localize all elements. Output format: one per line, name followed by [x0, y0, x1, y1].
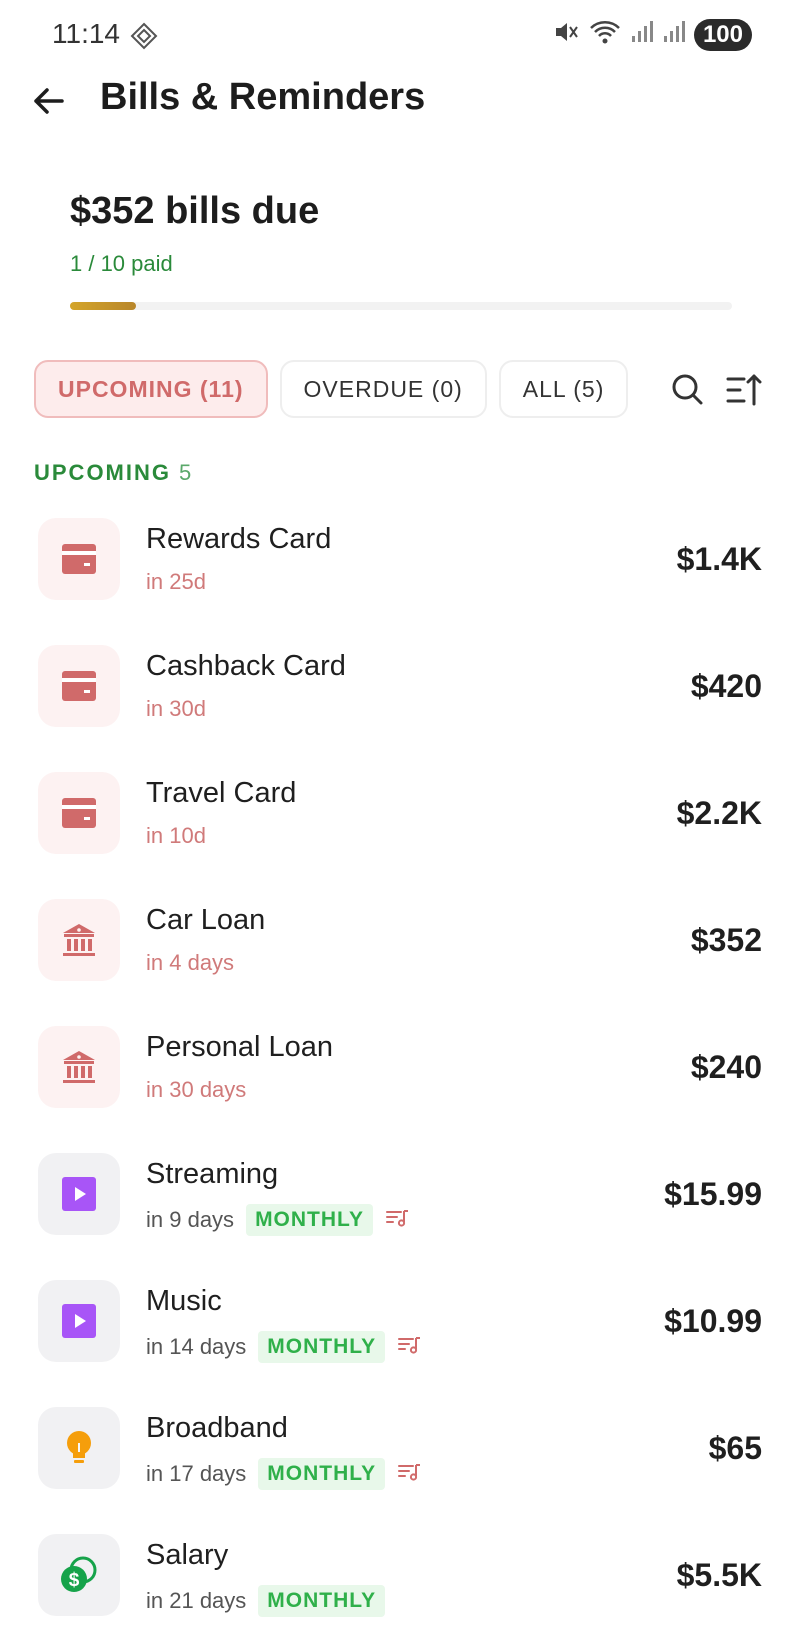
bill-due: in 17 days [146, 1461, 247, 1486]
bill-meta: in 30d [146, 696, 206, 722]
section-label: UPCOMING 5 [34, 460, 191, 486]
frequency-badge: MONTHLY [258, 1585, 386, 1617]
bill-amount: $15.99 [664, 1176, 762, 1212]
bill-row[interactable]: Travel Card in 10d $2.2K [0, 759, 800, 886]
play-icon [38, 1153, 120, 1235]
status-time: 11:14 [52, 18, 120, 49]
bills-summary: $352 bills due 1 / 10 paid [70, 190, 732, 310]
bill-due: in 25d [146, 569, 206, 594]
bill-meta: in 14 days MONTHLY [146, 1331, 421, 1363]
bills-due-amount: $352 bills due [70, 190, 320, 232]
recurring-icon [385, 1208, 409, 1233]
back-arrow-icon[interactable] [28, 80, 70, 122]
credit-card-icon [38, 645, 120, 727]
bill-amount: $2.2K [676, 795, 762, 831]
status-bar: 11:14 100 [0, 0, 800, 70]
bill-meta: in 25d [146, 569, 206, 595]
frequency-badge: MONTHLY [246, 1204, 373, 1236]
bill-due: in 30 days [146, 1077, 247, 1102]
bill-meta: in 21 days MONTHLY [146, 1585, 386, 1617]
bank-icon [38, 1026, 120, 1108]
tab-upcoming[interactable]: UPCOMING (11) [34, 360, 268, 418]
section-label-text: UPCOMING [34, 460, 171, 485]
bill-meta: in 17 days MONTHLY [146, 1458, 421, 1490]
bill-row[interactable]: $ Salary in 21 days MONTHLY $5.5K [0, 1521, 800, 1648]
paid-progress-fill [70, 302, 137, 310]
bill-meta: in 9 days MONTHLY [146, 1204, 409, 1236]
signal-icon-1 [630, 18, 654, 51]
bill-name: Streaming [146, 1158, 279, 1190]
bill-amount: $1.4K [676, 541, 762, 577]
bill-due: in 14 days [146, 1334, 247, 1359]
bill-amount: $5.5K [676, 1557, 762, 1593]
bill-name: Cashback Card [146, 650, 346, 682]
bill-amount: $420 [690, 668, 762, 704]
bill-row[interactable]: Music in 14 days MONTHLY $10.99 [0, 1267, 800, 1394]
app-header: Bills & Reminders [0, 70, 800, 130]
money-icon: $ [38, 1534, 120, 1616]
tab-all[interactable]: ALL (5) [498, 360, 629, 418]
battery-indicator: 100 [693, 18, 752, 51]
bill-row[interactable]: Car Loan in 4 days $352 [0, 886, 800, 1013]
sort-icon[interactable] [724, 370, 764, 410]
play-icon [38, 1280, 120, 1362]
page-title: Bills & Reminders [100, 76, 426, 118]
filter-tabs: UPCOMING (11) OVERDUE (0) ALL (5) [34, 360, 629, 418]
bill-row[interactable]: Personal Loan in 30 days $240 [0, 1013, 800, 1140]
recurring-icon [397, 1462, 421, 1487]
credit-card-icon [38, 518, 120, 600]
mute-icon [552, 18, 580, 51]
bill-name: Travel Card [146, 777, 297, 809]
bill-due: in 9 days [146, 1207, 235, 1232]
bill-name: Broadband [146, 1412, 288, 1444]
bill-due: in 4 days [146, 950, 235, 975]
bill-name: Personal Loan [146, 1031, 334, 1063]
frequency-badge: MONTHLY [258, 1331, 386, 1363]
credit-card-icon [38, 772, 120, 854]
lightbulb-icon [38, 1407, 120, 1489]
bank-icon [38, 899, 120, 981]
wifi-icon [588, 18, 622, 51]
bill-list: Rewards Card in 25d $1.4K Cashback Card in 3… [0, 505, 800, 1648]
bill-due: in 30d [146, 696, 206, 721]
bill-amount: $10.99 [664, 1303, 762, 1339]
status-icons: 100 [552, 18, 752, 51]
signal-icon-2 [662, 18, 686, 51]
paid-count: 1 / 10 paid [70, 251, 173, 276]
bill-meta: in 30 days [146, 1077, 246, 1103]
bill-due: in 21 days [146, 1588, 247, 1613]
bill-row[interactable]: Streaming in 9 days MONTHLY $15.99 [0, 1140, 800, 1267]
bill-row[interactable]: Cashback Card in 30d $420 [0, 632, 800, 759]
bill-name: Car Loan [146, 904, 266, 936]
section-count: 5 [179, 460, 192, 485]
paid-progress-bar [70, 302, 732, 310]
bill-meta: in 4 days [146, 950, 234, 976]
app-notification-icon [130, 22, 158, 55]
bill-name: Music [146, 1285, 222, 1317]
bill-row[interactable]: Rewards Card in 25d $1.4K [0, 505, 800, 632]
bill-row[interactable]: Broadband in 17 days MONTHLY $65 [0, 1394, 800, 1521]
bill-meta: in 10d [146, 823, 206, 849]
bill-due: in 10d [146, 823, 206, 848]
bill-name: Salary [146, 1539, 229, 1571]
bill-amount: $65 [708, 1430, 762, 1466]
bill-amount: $352 [690, 922, 762, 958]
search-icon[interactable] [668, 370, 708, 410]
svg-text:$: $ [69, 1570, 80, 1591]
tab-overdue[interactable]: OVERDUE (0) [279, 360, 487, 418]
recurring-icon [397, 1335, 421, 1360]
bill-amount: $240 [690, 1049, 762, 1085]
frequency-badge: MONTHLY [258, 1458, 386, 1490]
bill-name: Rewards Card [146, 523, 332, 555]
